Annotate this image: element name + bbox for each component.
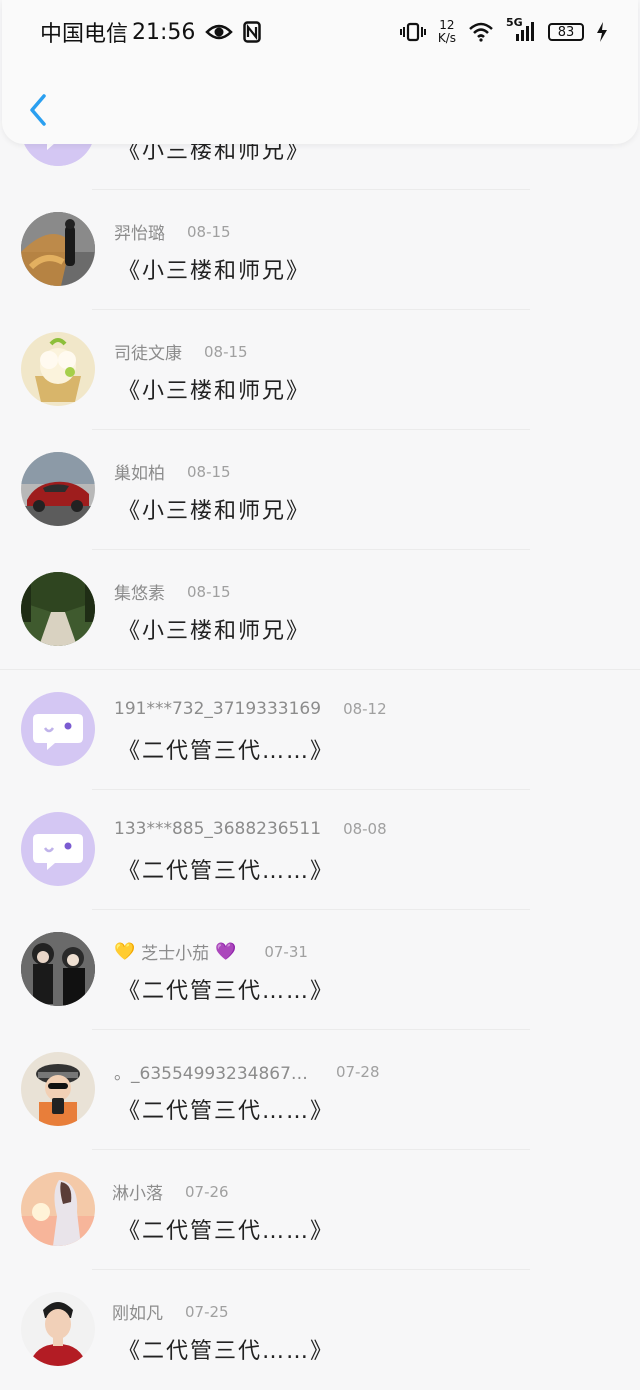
network-speed: 12 K/s	[437, 18, 456, 45]
list-item[interactable]: 133***885_3688236511 08-08 《二代管三代……》	[0, 790, 640, 910]
list-item[interactable]: 羿怡璐 08-15 《小三楼和师兄》	[0, 190, 640, 310]
comment-date: 08-15	[187, 582, 231, 601]
comment-date: 08-08	[343, 820, 387, 838]
user-name[interactable]: 刚如凡	[112, 1299, 163, 1324]
comment-meta: 巢如柏 08-15	[114, 459, 231, 485]
comment-text: 《二代管三代……》	[118, 979, 335, 1004]
heart-purple-emoji: 💜	[215, 941, 237, 962]
user-name[interactable]: 巢如柏	[114, 459, 165, 484]
comment-text: 《小三楼和师兄》	[118, 379, 311, 404]
battery-icon: 83	[548, 23, 584, 41]
avatar[interactable]	[21, 572, 95, 646]
user-name[interactable]: 。_63554993234867…	[114, 1059, 308, 1084]
list-item[interactable]: 司徒文康 08-15 《小三楼和师兄》	[0, 310, 640, 430]
comment-meta: 133***885_3688236511 08-08	[114, 819, 387, 839]
list-item[interactable]: 巢如柏 08-15 《小三楼和师兄》	[0, 430, 640, 550]
clock: 21:56	[132, 19, 196, 45]
avatar[interactable]	[21, 212, 95, 286]
comment-date: 07-28	[335, 1062, 380, 1081]
avatar[interactable]	[21, 932, 95, 1006]
user-name[interactable]: 羿怡璐	[114, 219, 165, 244]
comment-text: 《二代管三代……》	[118, 739, 335, 764]
user-name[interactable]: 133***885_3688236511	[114, 819, 321, 839]
comment-meta: 刚如凡 07-25	[112, 1299, 229, 1325]
comment-text: 《二代管三代……》	[118, 859, 335, 884]
comment-date: 07-26	[185, 1182, 229, 1201]
chevron-left-icon	[30, 94, 46, 126]
user-name[interactable]: 司徒文康	[114, 339, 182, 364]
signal-icon: 5G	[506, 16, 536, 42]
avatar[interactable]	[21, 332, 95, 406]
user-name[interactable]: 芝士小茄	[141, 939, 209, 964]
comment-date: 07-31	[264, 942, 308, 961]
comment-meta: 。_63554993234867… 07-28	[114, 1059, 380, 1085]
comment-text: 《小三楼和师兄》	[118, 619, 311, 644]
user-name[interactable]: 集悠素	[114, 579, 165, 604]
list-item[interactable]: 💛 芝士小茄 💜 07-31 《二代管三代……》	[0, 910, 640, 1030]
comment-meta: 司徒文康 08-15	[114, 339, 248, 365]
back-button[interactable]	[20, 86, 56, 134]
comment-meta: 💛 芝士小茄 💜 07-31	[114, 939, 308, 965]
avatar[interactable]	[21, 1052, 95, 1126]
comment-text: 《小三楼和师兄》	[118, 259, 311, 284]
avatar[interactable]	[21, 1292, 95, 1366]
comment-date: 08-15	[187, 462, 231, 481]
list-item[interactable]: 集悠素 08-15 《小三楼和师兄》	[0, 550, 640, 670]
comment-date: 07-25	[185, 1302, 229, 1321]
comment-meta: 羿怡璐 08-15	[114, 219, 231, 245]
comment-date: 08-12	[343, 700, 387, 718]
list-item[interactable]: 191***732_3719333169 08-12 《二代管三代……》	[0, 670, 640, 790]
user-name[interactable]: 191***732_3719333169	[114, 699, 321, 719]
carrier: 中国电信	[40, 22, 129, 47]
list-item[interactable]: 淋小落 07-26 《二代管三代……》	[0, 1150, 640, 1270]
list-item[interactable]: 。_63554993234867… 07-28 《二代管三代……》	[0, 1030, 640, 1150]
comment-meta: 集悠素 08-15	[114, 579, 231, 605]
nfc-icon	[243, 21, 262, 43]
comment-meta: 191***732_3719333169 08-12	[114, 699, 387, 719]
avatar[interactable]	[21, 812, 95, 886]
comment-meta: 淋小落 07-26	[112, 1179, 229, 1205]
comment-text: 《二代管三代……》	[118, 1219, 335, 1244]
wifi-icon	[468, 22, 494, 42]
comment-text: 《二代管三代……》	[118, 1339, 335, 1364]
avatar[interactable]	[21, 1172, 95, 1246]
list-item[interactable]: 刚如凡 07-25 《二代管三代……》	[0, 1270, 640, 1390]
charging-icon	[596, 22, 608, 42]
comment-text: 《小三楼和师兄》	[118, 499, 311, 524]
avatar[interactable]	[21, 452, 95, 526]
heart-yellow-emoji: 💛	[114, 941, 136, 962]
status-bar: 中国电信 21:56 12 K/s 5G 83	[0, 0, 640, 64]
vibrate-icon	[399, 22, 426, 42]
eye-icon	[205, 23, 234, 41]
comment-date: 08-15	[187, 222, 231, 241]
avatar[interactable]	[21, 692, 95, 766]
user-name[interactable]: 淋小落	[112, 1179, 163, 1204]
comment-date: 08-15	[204, 342, 248, 361]
comment-text: 《二代管三代……》	[118, 1099, 335, 1124]
